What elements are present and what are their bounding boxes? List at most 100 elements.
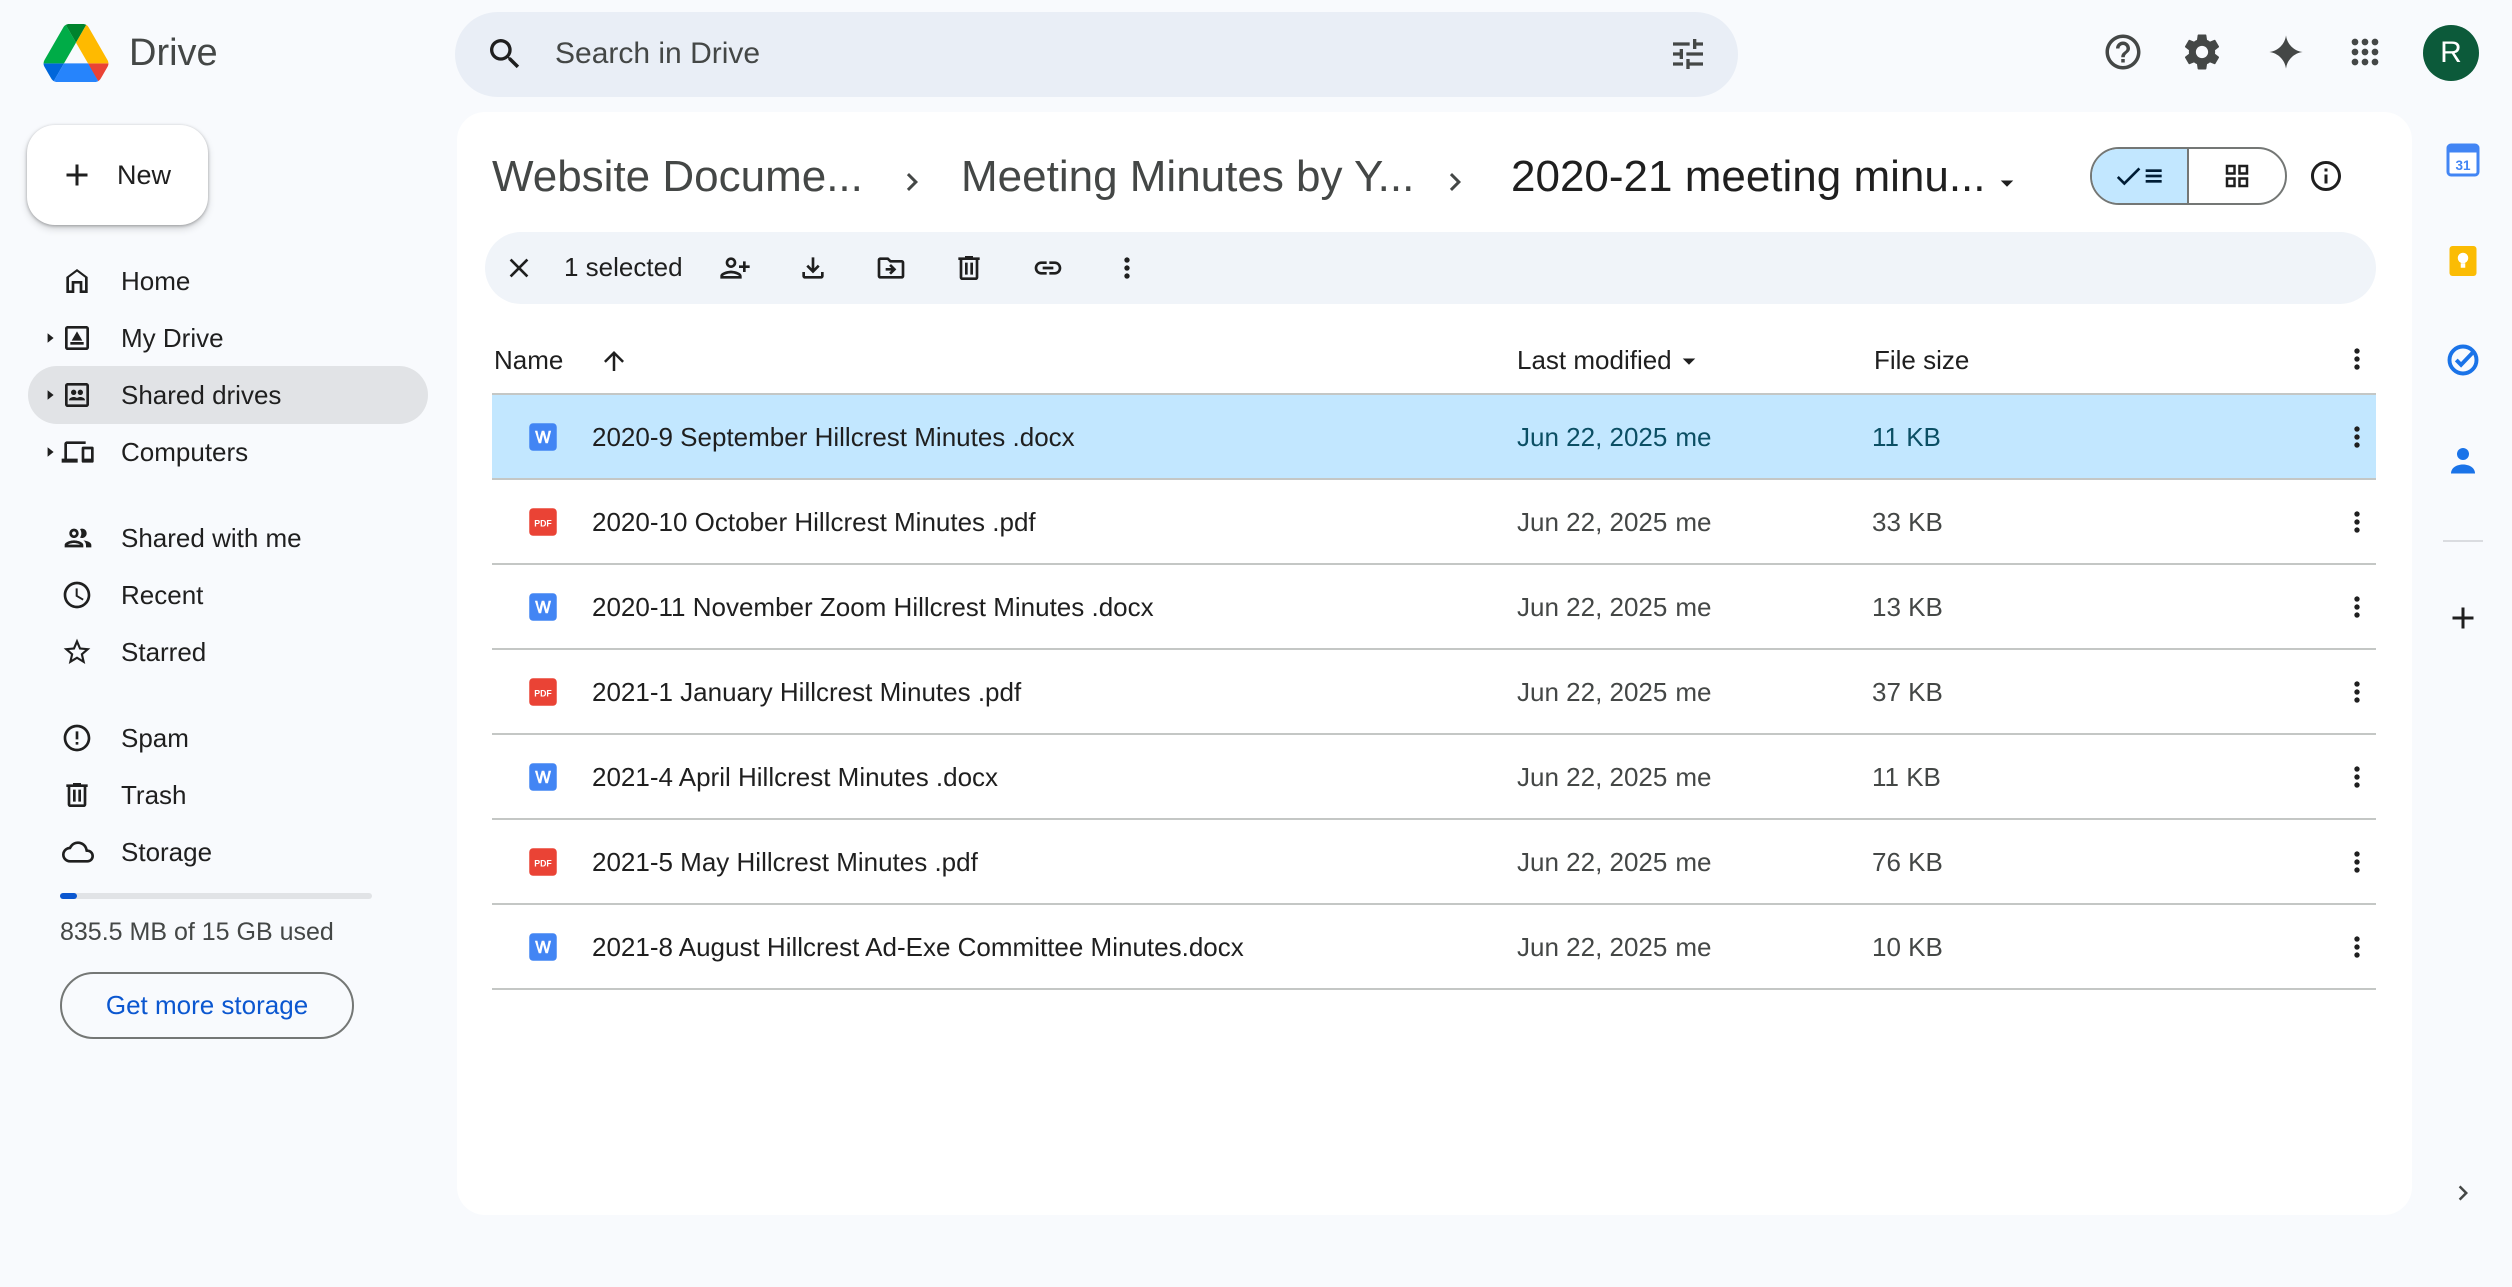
shared-with-me-icon — [61, 522, 95, 554]
contacts-icon[interactable] — [2443, 440, 2483, 480]
column-header-last-modified[interactable]: Last modified — [1517, 345, 1704, 376]
grid-view-button[interactable] — [2189, 149, 2286, 203]
modified-by: me — [1675, 847, 1712, 877]
file-name[interactable]: 2021-4 April Hillcrest Minutes .docx — [592, 762, 998, 793]
column-header-label: Last modified — [1517, 345, 1672, 375]
sort-dropdown-icon[interactable] — [1674, 346, 1704, 376]
move-icon[interactable] — [874, 252, 908, 284]
settings-icon[interactable] — [2180, 30, 2224, 74]
keep-icon[interactable] — [2443, 241, 2483, 281]
help-icon[interactable] — [2101, 30, 2145, 74]
modified-by: me — [1675, 932, 1712, 962]
column-header-label: File size — [1874, 345, 1970, 375]
pdf-file-icon: PDF — [528, 677, 558, 707]
download-icon[interactable] — [797, 252, 829, 284]
row-more-actions-icon[interactable] — [2341, 846, 2373, 878]
sort-ascending-icon[interactable] — [599, 346, 629, 376]
search-bar[interactable] — [455, 12, 1738, 97]
show-side-panel-icon[interactable] — [2443, 1173, 2483, 1213]
row-more-actions-icon[interactable] — [2341, 591, 2373, 623]
view-toggle[interactable] — [2090, 147, 2287, 205]
table-row[interactable]: 2021-8 August Hillcrest Ad-Exe Committee… — [492, 905, 2376, 990]
file-name[interactable]: 2021-1 January Hillcrest Minutes .pdf — [592, 677, 1021, 708]
table-row[interactable]: PDF 2021-1 January Hillcrest Minutes .pdf… — [492, 650, 2376, 735]
get-more-storage-button[interactable]: Get more storage — [60, 972, 354, 1039]
sidebar-item-shared-drives[interactable]: Shared drives — [28, 366, 428, 424]
sidebar-item-label: Shared drives — [121, 380, 282, 410]
column-options-icon[interactable] — [2341, 343, 2373, 375]
search-icon[interactable] — [485, 34, 525, 74]
table-row[interactable]: 2020-11 November Zoom Hillcrest Minutes … — [492, 565, 2376, 650]
sidebar-item-shared-with-me[interactable]: Shared with me — [28, 509, 428, 567]
storage-usage-fill — [60, 893, 77, 899]
table-row[interactable]: 2020-9 September Hillcrest Minutes .docx… — [492, 395, 2376, 480]
drive-logo[interactable]: Drive — [43, 24, 218, 82]
table-row[interactable]: PDF 2021-5 May Hillcrest Minutes .pdf Jun … — [492, 820, 2376, 905]
table-row[interactable]: PDF 2020-10 October Hillcrest Minutes .pd… — [492, 480, 2376, 565]
clear-selection-icon[interactable] — [503, 252, 535, 284]
calendar-day: 31 — [2455, 158, 2471, 173]
my-drive-icon — [61, 322, 93, 354]
drive-logo-icon — [43, 24, 109, 82]
sidebar-item-recent[interactable]: Recent — [28, 566, 428, 624]
info-icon[interactable] — [2308, 158, 2344, 194]
row-more-actions-icon[interactable] — [2341, 931, 2373, 963]
file-last-modified: Jun 22, 2025 me — [1517, 507, 1711, 538]
row-more-actions-icon[interactable] — [2341, 676, 2373, 708]
list-view-button[interactable] — [2092, 149, 2189, 203]
folder-menu-dropdown-icon[interactable] — [1992, 168, 2022, 198]
pdf-file-icon: PDF — [528, 507, 558, 537]
modified-date: Jun 22, 2025 — [1517, 422, 1668, 452]
breadcrumb-item[interactable]: Website Docume... — [492, 152, 863, 202]
apps-grid-icon[interactable] — [2343, 30, 2387, 74]
sidebar-item-label: Starred — [121, 637, 207, 667]
sidebar-item-home[interactable]: Home — [28, 252, 428, 310]
expand-caret-icon[interactable] — [44, 389, 56, 401]
sidebar-item-my-drive[interactable]: My Drive — [28, 309, 428, 367]
breadcrumb-item[interactable]: Meeting Minutes by Y... — [961, 152, 1414, 202]
expand-caret-icon[interactable] — [44, 446, 56, 458]
main-panel: Website Docume... Meeting Minutes by Y..… — [457, 112, 2412, 1215]
modified-date: Jun 22, 2025 — [1517, 677, 1668, 707]
column-header-file-size[interactable]: File size — [1874, 345, 1969, 376]
row-more-actions-icon[interactable] — [2341, 421, 2373, 453]
search-options-icon[interactable] — [1668, 34, 1708, 74]
share-icon[interactable] — [718, 252, 752, 284]
sidebar-item-computers[interactable]: Computers — [28, 423, 428, 481]
file-name[interactable]: 2020-9 September Hillcrest Minutes .docx — [592, 422, 1075, 453]
clock-icon — [61, 579, 93, 611]
storage-usage-text: 835.5 MB of 15 GB used — [60, 918, 334, 946]
modified-by: me — [1675, 422, 1712, 452]
file-name[interactable]: 2020-11 November Zoom Hillcrest Minutes … — [592, 592, 1154, 623]
calendar-icon[interactable]: 31 — [2443, 140, 2483, 180]
file-list: 2020-9 September Hillcrest Minutes .docx… — [492, 395, 2376, 990]
grid-icon — [2225, 164, 2248, 188]
row-more-actions-icon[interactable] — [2341, 506, 2373, 538]
expand-caret-icon[interactable] — [44, 332, 56, 344]
breadcrumb-current[interactable]: 2020-21 meeting minu... — [1511, 152, 1986, 202]
modified-date: Jun 22, 2025 — [1517, 847, 1668, 877]
tasks-icon[interactable] — [2443, 340, 2483, 380]
copy-link-icon[interactable] — [1031, 252, 1065, 284]
table-row[interactable]: 2021-4 April Hillcrest Minutes .docx Jun … — [492, 735, 2376, 820]
file-name[interactable]: 2020-10 October Hillcrest Minutes .pdf — [592, 507, 1036, 538]
search-input[interactable] — [555, 30, 1555, 78]
gemini-icon[interactable] — [2264, 30, 2308, 74]
sidebar-item-trash[interactable]: Trash — [28, 766, 428, 824]
app-title: Drive — [129, 31, 218, 74]
file-name[interactable]: 2021-8 August Hillcrest Ad-Exe Committee… — [592, 932, 1244, 963]
more-actions-icon[interactable] — [1111, 252, 1143, 284]
sidebar-item-storage[interactable]: Storage — [28, 823, 428, 881]
modified-date: Jun 22, 2025 — [1517, 932, 1668, 962]
new-button[interactable]: New — [27, 125, 208, 225]
delete-icon[interactable] — [953, 252, 985, 284]
column-header-name[interactable]: Name — [494, 345, 629, 376]
file-name[interactable]: 2021-5 May Hillcrest Minutes .pdf — [592, 847, 978, 878]
add-addon-icon[interactable] — [2443, 598, 2483, 638]
account-avatar[interactable]: R — [2423, 25, 2479, 81]
sidebar-item-starred[interactable]: Starred — [28, 623, 428, 681]
rail-divider — [2443, 540, 2483, 542]
file-last-modified: Jun 22, 2025 me — [1517, 762, 1711, 793]
row-more-actions-icon[interactable] — [2341, 761, 2373, 793]
sidebar-item-spam[interactable]: Spam — [28, 709, 428, 767]
